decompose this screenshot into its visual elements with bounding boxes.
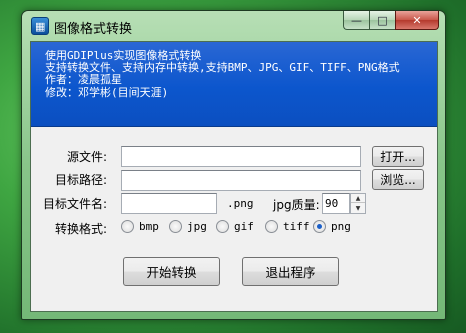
browse-button[interactable]: 浏览... bbox=[372, 169, 424, 190]
app-icon-glyph: ▦ bbox=[35, 20, 46, 33]
window-title: 图像格式转换 bbox=[54, 22, 133, 37]
exit-button[interactable]: 退出程序 bbox=[242, 257, 339, 286]
app-icon[interactable]: ▦ bbox=[31, 17, 49, 35]
title-bar[interactable]: ▦ 图像格式转换 — □ ✕ bbox=[22, 11, 445, 41]
format-radio-bmp[interactable]: bmp bbox=[121, 220, 159, 233]
radio-bmp-label: bmp bbox=[139, 220, 159, 233]
quality-spinner[interactable]: ▲ ▼ bbox=[350, 193, 366, 214]
source-file-input[interactable] bbox=[121, 146, 361, 167]
jpg-quality-input[interactable]: 90 bbox=[322, 193, 350, 214]
open-button[interactable]: 打开... bbox=[372, 146, 424, 167]
spin-up-icon[interactable]: ▲ bbox=[351, 194, 365, 203]
radio-tiff-label: tiff bbox=[283, 220, 310, 233]
target-name-input[interactable] bbox=[121, 193, 217, 214]
caption-buttons: — □ ✕ bbox=[343, 11, 439, 30]
info-banner: 使用GDIPlus实现图像格式转换 支持转换文件、支持内存中转换,支持BMP、J… bbox=[31, 42, 437, 127]
radio-jpg-label: jpg bbox=[187, 220, 207, 233]
banner-line-3: 作者：凌晨孤星 bbox=[45, 73, 122, 87]
target-path-label: 目标路径: bbox=[55, 173, 108, 187]
radio-png-label: png bbox=[331, 220, 351, 233]
radio-gif-icon[interactable] bbox=[216, 220, 229, 233]
format-radio-jpg[interactable]: jpg bbox=[169, 220, 207, 233]
minimize-button[interactable]: — bbox=[343, 11, 369, 30]
radio-tiff-icon[interactable] bbox=[265, 220, 278, 233]
spin-down-icon[interactable]: ▼ bbox=[351, 204, 365, 213]
app-window: ▦ 图像格式转换 — □ ✕ 使用GDIPlus实现图像格式转换 支持转换文件、… bbox=[21, 10, 446, 320]
target-path-input[interactable] bbox=[121, 170, 361, 191]
format-radio-tiff[interactable]: tiff bbox=[265, 220, 310, 233]
source-file-label: 源文件: bbox=[67, 150, 108, 164]
radio-bmp-icon[interactable] bbox=[121, 220, 134, 233]
radio-jpg-icon[interactable] bbox=[169, 220, 182, 233]
client-area: 使用GDIPlus实现图像格式转换 支持转换文件、支持内存中转换,支持BMP、J… bbox=[30, 41, 438, 312]
maximize-button[interactable]: □ bbox=[369, 11, 395, 30]
jpg-quality-label: jpg质量: bbox=[273, 198, 320, 212]
start-convert-button[interactable]: 开始转换 bbox=[123, 257, 220, 286]
banner-line-4: 修改：邓学彬(目间天涯) bbox=[45, 85, 169, 99]
radio-png-icon[interactable] bbox=[313, 220, 326, 233]
format-radio-png[interactable]: png bbox=[313, 220, 351, 233]
target-name-label: 目标文件名: bbox=[43, 197, 108, 211]
format-label: 转换格式: bbox=[55, 222, 108, 236]
format-radio-gif[interactable]: gif bbox=[216, 220, 254, 233]
extension-label: .png bbox=[227, 197, 254, 210]
radio-gif-label: gif bbox=[234, 220, 254, 233]
close-button[interactable]: ✕ bbox=[395, 11, 439, 30]
